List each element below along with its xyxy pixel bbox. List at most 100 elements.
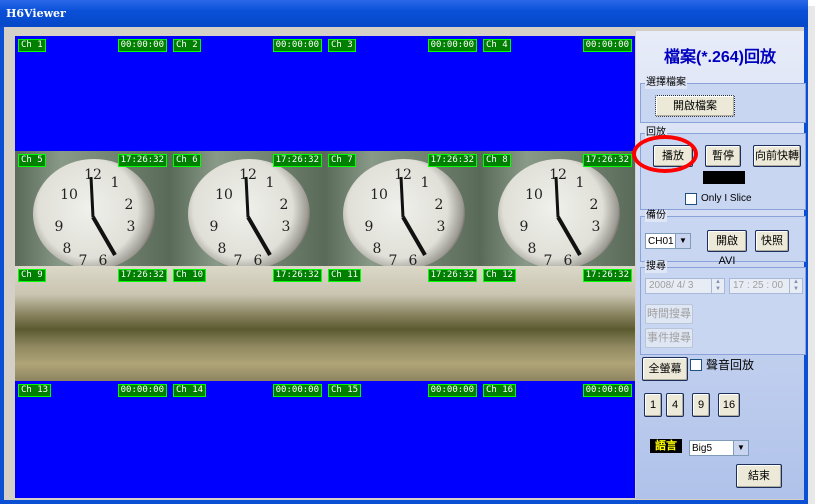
only-i-slice-checkbox[interactable]: [685, 193, 697, 205]
pause-button[interactable]: 暫停: [705, 145, 741, 167]
snapshot-button[interactable]: 快照: [755, 230, 789, 252]
channel-label: Ch 6: [173, 154, 201, 167]
open-avi-button[interactable]: 開啟AVI: [707, 230, 747, 267]
channel-view[interactable]: Ch 12 17:26:32: [480, 266, 635, 381]
search-date-field[interactable]: 2008/ 4/ 3 ▲ ▼: [645, 278, 725, 294]
channel-timestamp: 00:00:00: [582, 39, 632, 52]
channel-view[interactable]: 1 2 3 9 8 7 6 10 12 Ch 6 17:26:32: [170, 151, 325, 266]
search-date-value: 2008/ 4/ 3: [649, 280, 694, 291]
channel-view[interactable]: Ch 2 00:00:00: [170, 36, 325, 151]
channel-label: Ch 12: [483, 269, 517, 282]
channel-view[interactable]: Ch 16 00:00:00: [480, 381, 635, 496]
time-spinner-icon[interactable]: ▲ ▼: [789, 279, 802, 293]
channel-view[interactable]: Ch 3 00:00:00: [325, 36, 480, 151]
channel-timestamp: 00:00:00: [117, 39, 167, 52]
svg-text:6: 6: [99, 253, 108, 266]
channel-view[interactable]: Ch 11 17:26:32: [325, 266, 480, 381]
layout-button[interactable]: 4: [666, 393, 684, 417]
video-grid: Ch 1 00:00:00 Ch 2 00:00:00 Ch 3 00:00:00 Ch 4…: [15, 36, 635, 498]
channel-label: Ch 13: [18, 384, 52, 397]
svg-text:9: 9: [365, 219, 374, 235]
channel-timestamp: 00:00:00: [427, 39, 477, 52]
channel-timestamp: 00:00:00: [582, 384, 632, 397]
svg-text:10: 10: [60, 187, 78, 203]
channel-label: Ch 5: [18, 154, 46, 167]
channel-view[interactable]: Ch 14 00:00:00: [170, 381, 325, 496]
chevron-down-icon[interactable]: ▼: [733, 441, 748, 455]
event-search-button[interactable]: 事件搜尋: [645, 328, 693, 348]
time-search-button[interactable]: 時間搜尋: [645, 304, 693, 324]
channel-view[interactable]: Ch 15 00:00:00: [325, 381, 480, 496]
room-image: [15, 266, 170, 381]
file-select-group: 選擇檔案 開啟檔案: [640, 77, 806, 123]
fast-forward-button[interactable]: 向前快轉: [753, 145, 801, 167]
backup-group: 備份 CH01 ▼ 開啟AVI 快照: [640, 210, 806, 267]
backup-group-label: 備份: [645, 210, 667, 222]
room-image: [325, 266, 480, 381]
backup-channel-select[interactable]: CH01 ▼: [645, 233, 691, 249]
channel-timestamp: 17:26:32: [582, 154, 632, 167]
svg-text:6: 6: [564, 253, 573, 266]
window-frame-bottom: [0, 500, 808, 504]
audio-playback-checkbox[interactable]: [690, 359, 702, 371]
channel-timestamp: 17:26:32: [427, 154, 477, 167]
svg-text:7: 7: [389, 253, 398, 266]
svg-text:7: 7: [79, 253, 88, 266]
channel-label: Ch 8: [483, 154, 511, 167]
channel-view[interactable]: 1 2 3 9 8 7 6 10 12 Ch 5 17:26:32: [15, 151, 170, 266]
svg-text:3: 3: [127, 219, 136, 235]
svg-text:3: 3: [437, 219, 446, 235]
channel-timestamp: 17:26:32: [117, 154, 167, 167]
layout-button[interactable]: 9: [692, 393, 710, 417]
channel-label: Ch 16: [483, 384, 517, 397]
backup-channel-value: CH01: [648, 236, 674, 247]
window-shadow: [808, 6, 815, 504]
window-title: H6Viewer: [6, 7, 66, 20]
channel-timestamp: 00:00:00: [427, 384, 477, 397]
channel-timestamp: 17:26:32: [272, 154, 322, 167]
channel-view[interactable]: Ch 13 00:00:00: [15, 381, 170, 496]
channel-view[interactable]: Ch 1 00:00:00: [15, 36, 170, 151]
svg-text:12: 12: [549, 167, 567, 183]
layout-button[interactable]: 1: [644, 393, 662, 417]
channel-label: Ch 14: [173, 384, 207, 397]
exit-button[interactable]: 結束: [736, 464, 782, 488]
channel-view[interactable]: 1 2 3 9 8 7 6 10 12 Ch 8 17:26:32: [480, 151, 635, 266]
fullscreen-button[interactable]: 全螢幕: [642, 357, 688, 381]
channel-timestamp: 00:00:00: [117, 384, 167, 397]
svg-text:10: 10: [370, 187, 388, 203]
channel-timestamp: 17:26:32: [582, 269, 632, 282]
svg-text:2: 2: [280, 197, 289, 213]
svg-text:7: 7: [544, 253, 553, 266]
panel-title: 檔案(*.264)回放: [663, 49, 777, 66]
svg-text:3: 3: [282, 219, 291, 235]
control-panel: 檔案(*.264)回放 選擇檔案 開啟檔案 回放 播放 暫停 向前快轉 Only…: [636, 31, 806, 499]
title-bar[interactable]: H6Viewer: [0, 0, 808, 27]
svg-text:2: 2: [435, 197, 444, 213]
language-select[interactable]: Big5 ▼: [689, 440, 749, 456]
date-spinner-icon[interactable]: ▲ ▼: [711, 279, 724, 293]
layout-button[interactable]: 16: [718, 393, 740, 417]
svg-text:2: 2: [125, 197, 134, 213]
svg-text:12: 12: [84, 167, 102, 183]
channel-view[interactable]: Ch 9 17:26:32: [15, 266, 170, 381]
channel-label: Ch 3: [328, 39, 356, 52]
channel-timestamp: 17:26:32: [117, 269, 167, 282]
svg-text:3: 3: [592, 219, 601, 235]
svg-text:8: 8: [63, 241, 72, 257]
svg-text:6: 6: [254, 253, 263, 266]
svg-text:2: 2: [590, 197, 599, 213]
svg-text:1: 1: [421, 175, 430, 191]
channel-view[interactable]: Ch 4 00:00:00: [480, 36, 635, 151]
channel-timestamp: 17:26:32: [272, 269, 322, 282]
svg-text:9: 9: [55, 219, 64, 235]
open-file-button[interactable]: 開啟檔案: [655, 95, 735, 117]
clock-image: 1 2 3 9 8 7 6 10 12: [498, 159, 620, 266]
search-group: 搜尋 2008/ 4/ 3 ▲ ▼ 17 : 25 : 00 ▲ ▼ 時間搜尋 事件…: [640, 261, 806, 355]
svg-text:12: 12: [239, 167, 257, 183]
search-time-field[interactable]: 17 : 25 : 00 ▲ ▼: [729, 278, 803, 294]
channel-label: Ch 11: [328, 269, 362, 282]
channel-view[interactable]: Ch 10 17:26:32: [170, 266, 325, 381]
chevron-down-icon[interactable]: ▼: [675, 234, 690, 248]
channel-view[interactable]: 1 2 3 9 8 7 6 10 12 Ch 7 17:26:32: [325, 151, 480, 266]
